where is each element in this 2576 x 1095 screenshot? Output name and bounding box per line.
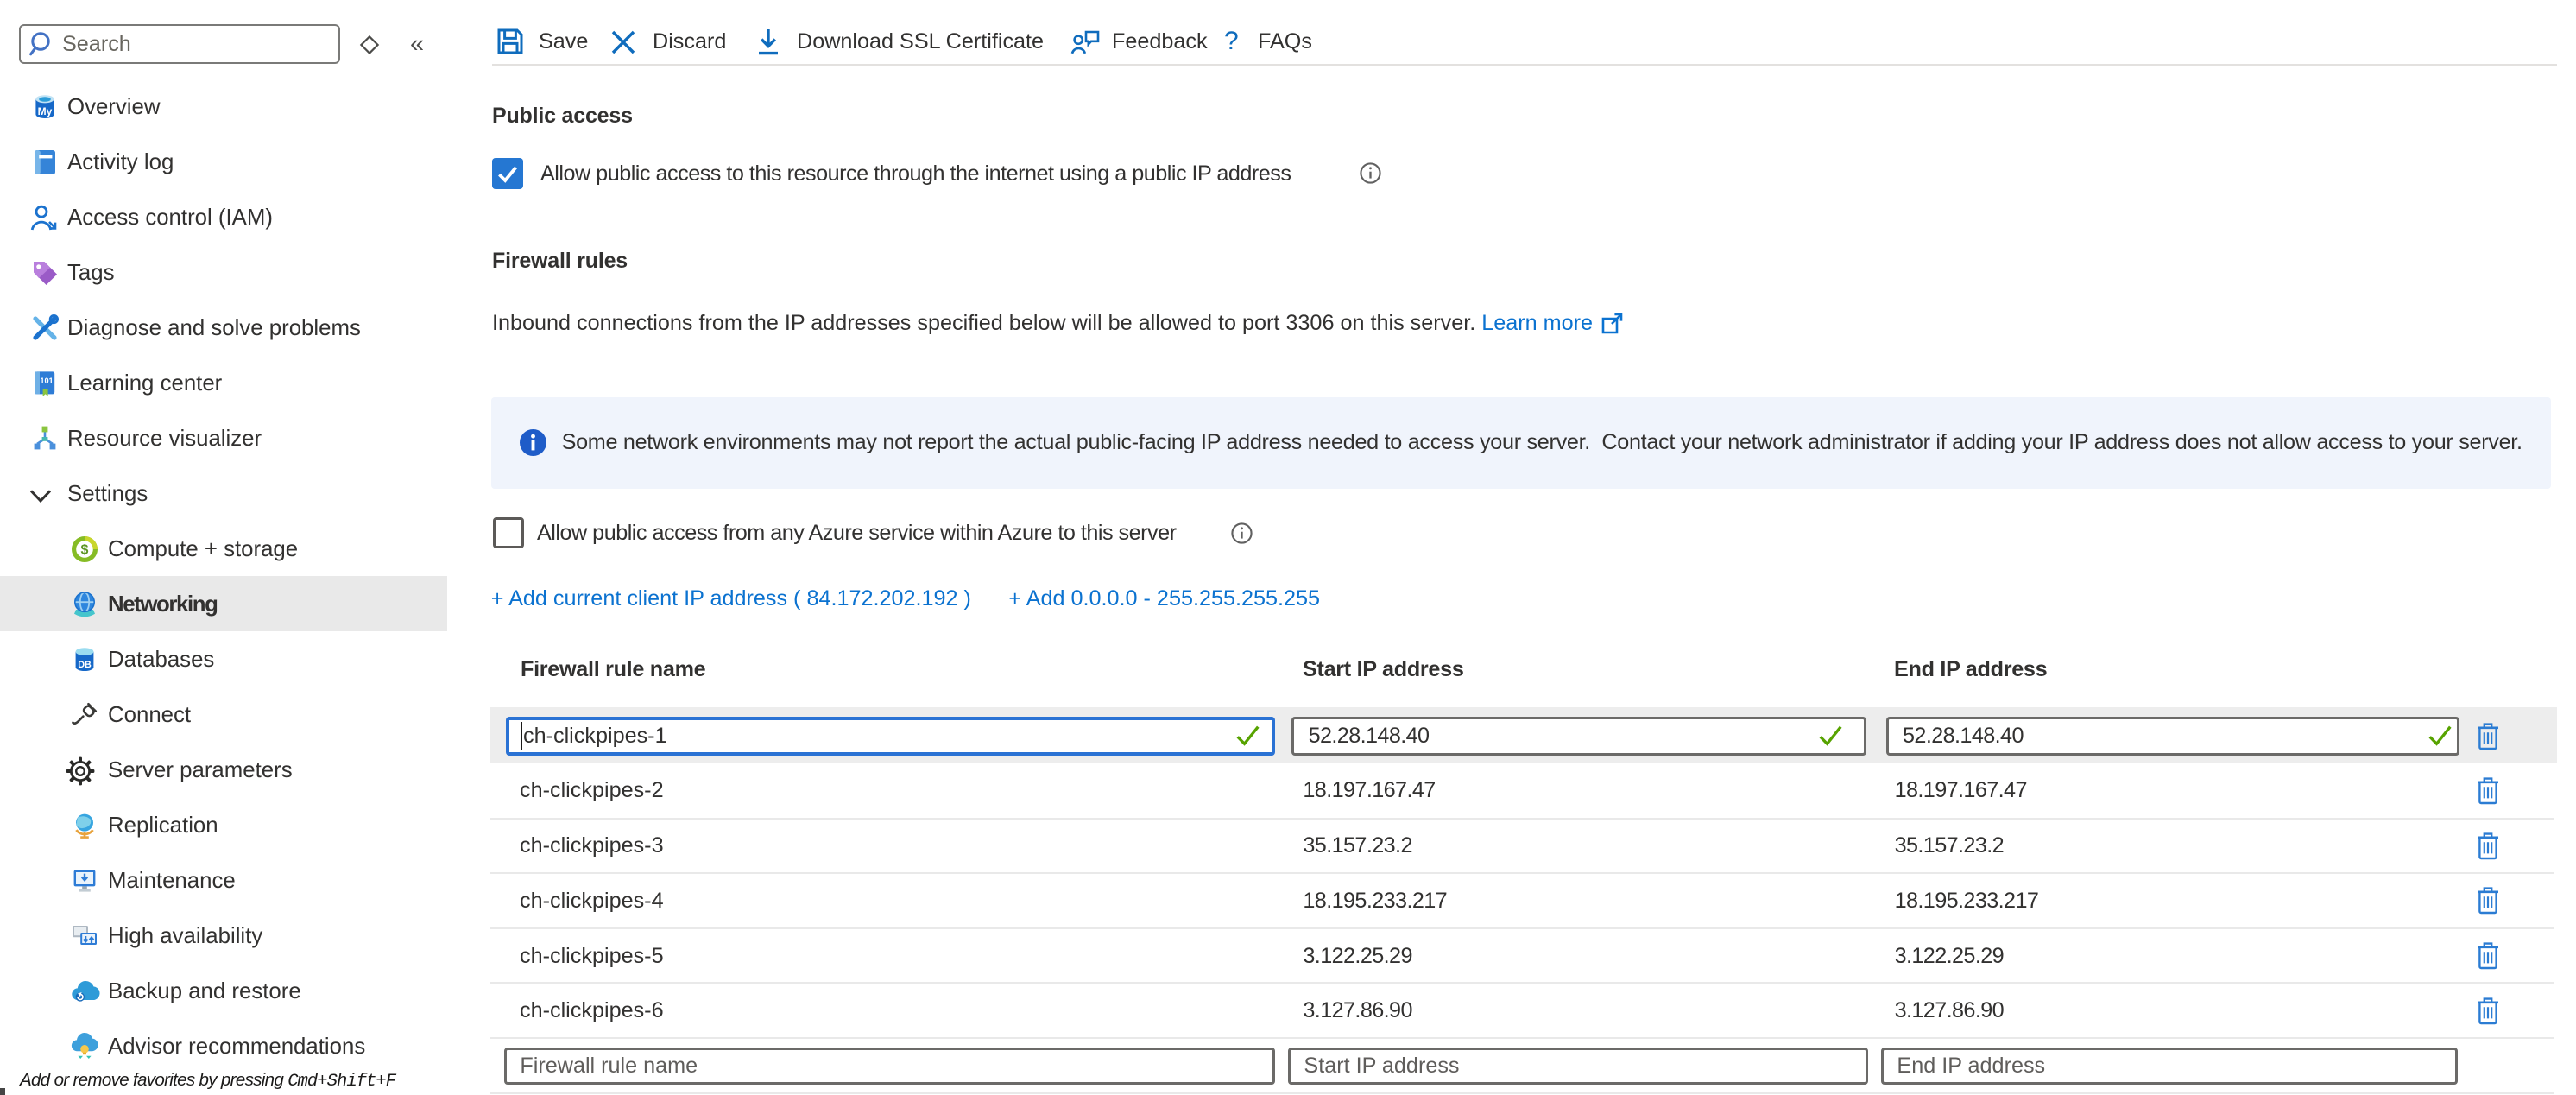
svg-text:My: My <box>38 105 53 117</box>
svg-text:101: 101 <box>40 377 53 385</box>
svg-text:DB: DB <box>78 660 92 670</box>
svg-text:$: $ <box>81 543 89 558</box>
